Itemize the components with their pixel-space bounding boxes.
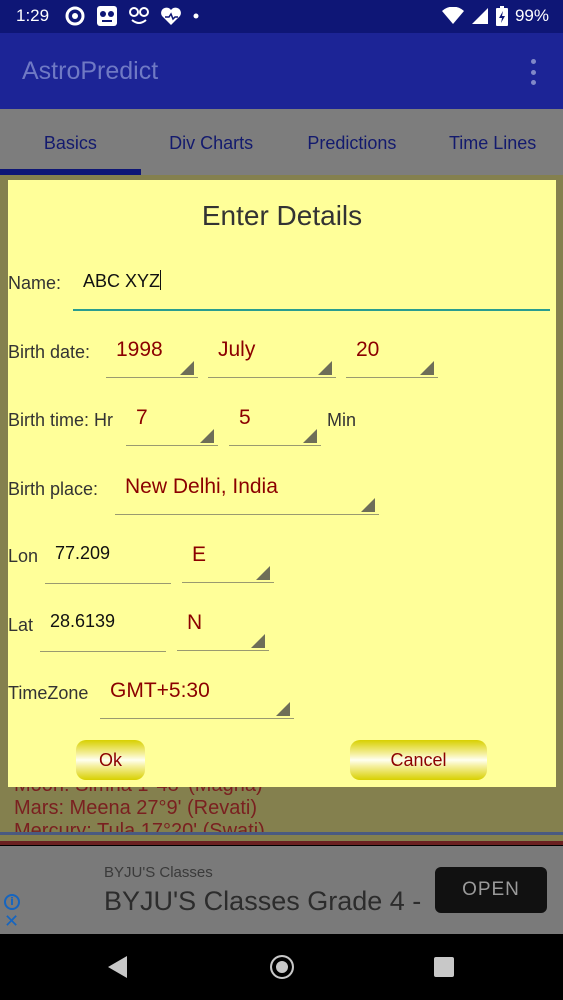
tab-div-charts[interactable]: Div Charts xyxy=(141,109,282,175)
divider xyxy=(0,841,563,845)
battery-icon xyxy=(495,6,508,26)
month-spinner[interactable]: July xyxy=(208,338,336,378)
dialog-title: Enter Details xyxy=(201,200,363,231)
status-bar: 1:29 99% xyxy=(0,0,563,33)
ad-open-button[interactable]: OPEN xyxy=(435,867,547,913)
name-input[interactable]: ABC XYZ xyxy=(73,270,550,311)
min-label: Min xyxy=(327,410,357,430)
hour-spinner[interactable]: 7 xyxy=(126,406,218,446)
lon-direction-value: E xyxy=(192,543,207,566)
tab-time-lines[interactable]: Time Lines xyxy=(422,109,563,175)
lon-value: 77.209 xyxy=(55,543,111,563)
ad-headline: BYJU'S Classes Grade 4 - xyxy=(104,886,422,916)
minute-value: 5 xyxy=(239,406,251,429)
planet-line-mars: Mars: Meena 27°9' (Revati) xyxy=(14,797,258,819)
timezone-spinner[interactable]: GMT+5:30 xyxy=(100,679,294,719)
ad-info-icon[interactable]: i xyxy=(4,894,20,910)
lat-input[interactable]: 28.6139 xyxy=(40,611,166,652)
navigation-bar xyxy=(0,934,563,1000)
year-spinner[interactable]: 1998 xyxy=(106,338,198,378)
more-notifications-dot-icon xyxy=(193,13,199,19)
ad-close-icon[interactable]: ✕ xyxy=(4,912,19,932)
tab-bar: Basics Div Charts Predictions Time Lines xyxy=(0,109,563,175)
heart-app-icon xyxy=(161,7,181,25)
back-icon[interactable] xyxy=(108,956,127,978)
birth-place-value: New Delhi, India xyxy=(125,475,278,498)
lat-label: Lat xyxy=(8,615,34,635)
ok-button[interactable]: Ok xyxy=(76,740,145,780)
app-title: AstroPredict xyxy=(22,57,159,85)
birth-place-label: Birth place: xyxy=(8,479,99,499)
recent-apps-icon[interactable] xyxy=(434,957,454,977)
ad-brand: BYJU'S Classes xyxy=(104,864,213,881)
home-icon[interactable] xyxy=(270,955,294,979)
lon-direction-spinner[interactable]: E xyxy=(182,543,274,583)
lon-label: Lon xyxy=(8,546,39,566)
day-value: 20 xyxy=(356,338,380,361)
overflow-menu-icon[interactable] xyxy=(523,57,543,87)
lat-direction-value: N xyxy=(187,611,203,634)
tab-predictions[interactable]: Predictions xyxy=(282,109,423,175)
birth-time-label: Birth time: Hr xyxy=(8,410,114,430)
enter-details-dialog: Enter Details Name: ABC XYZ Birth date: … xyxy=(8,180,556,787)
cancel-button[interactable]: Cancel xyxy=(350,740,487,780)
tab-basics[interactable]: Basics xyxy=(0,109,141,175)
face-app-icon xyxy=(97,6,117,26)
name-label: Name: xyxy=(8,273,62,293)
status-time: 1:29 xyxy=(16,6,50,25)
lat-direction-spinner[interactable]: N xyxy=(177,611,269,651)
lat-value: 28.6139 xyxy=(50,611,116,631)
birth-date-label: Birth date: xyxy=(8,342,91,362)
hour-value: 7 xyxy=(136,406,148,429)
signal-icon xyxy=(471,8,488,24)
lon-input[interactable]: 77.209 xyxy=(45,543,171,584)
year-value: 1998 xyxy=(116,338,163,361)
name-value: ABC XYZ xyxy=(83,271,161,291)
app-bar: AstroPredict xyxy=(0,33,563,109)
day-spinner[interactable]: 20 xyxy=(346,338,438,378)
month-value: July xyxy=(218,338,256,361)
wifi-icon xyxy=(441,7,464,24)
divider xyxy=(0,832,563,835)
minute-spinner[interactable]: 5 xyxy=(229,406,321,446)
ad-banner[interactable]: i ✕ BYJU'S Classes BYJU'S Classes Grade … xyxy=(0,846,563,934)
birth-place-spinner[interactable]: New Delhi, India xyxy=(115,475,379,515)
eyes-app-icon xyxy=(129,7,149,24)
battery-percent: 99% xyxy=(514,6,549,25)
timezone-label: TimeZone xyxy=(8,683,89,703)
notification-circle-icon xyxy=(65,6,85,26)
timezone-value: GMT+5:30 xyxy=(110,679,210,702)
